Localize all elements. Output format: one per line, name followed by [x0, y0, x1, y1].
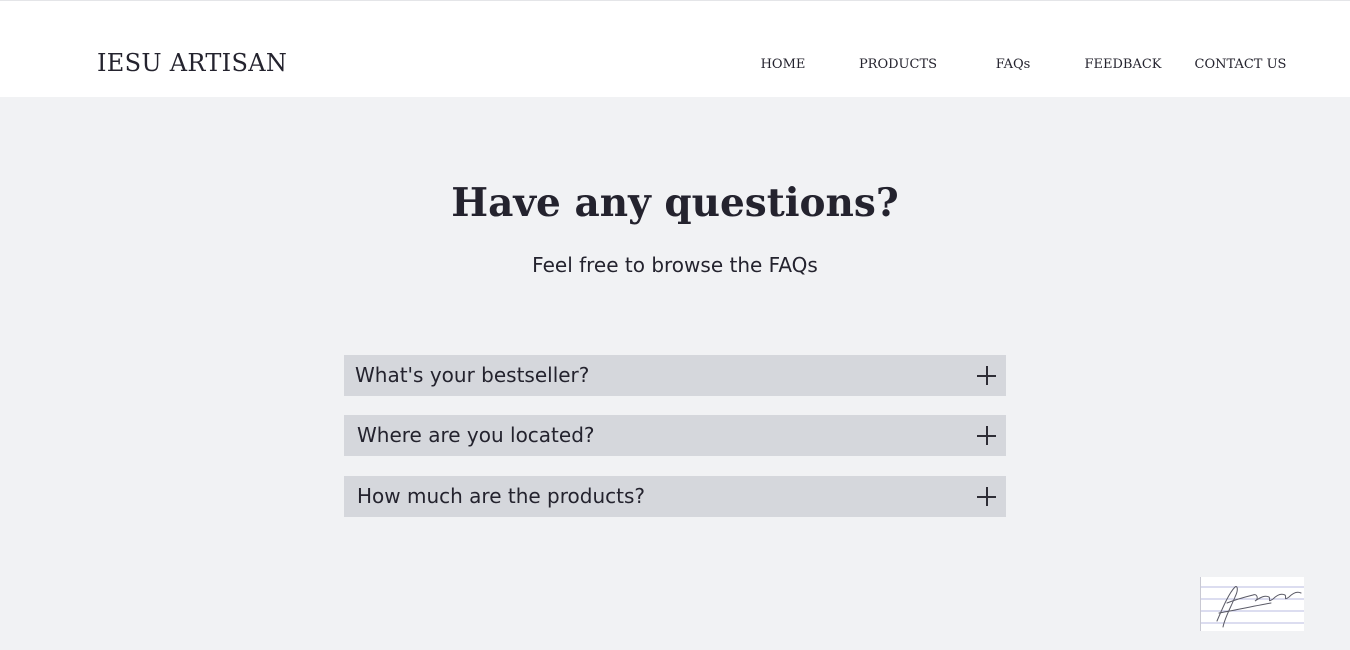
nav-products[interactable]: PRODUCTS — [855, 55, 941, 75]
faq-question: What's your bestseller? — [355, 363, 590, 387]
faq-question: How much are the products? — [357, 484, 646, 508]
signature-icon — [1201, 586, 1304, 628]
site-logo[interactable]: IESU ARTISAN — [97, 45, 287, 81]
faq-question: Where are you located? — [357, 423, 595, 447]
faq-section: Have any questions? Feel free to browse … — [0, 97, 1350, 650]
nav-faqs[interactable]: FAQs — [988, 55, 1038, 75]
plus-icon[interactable] — [977, 487, 996, 506]
faq-item-location[interactable]: Where are you located? — [344, 415, 1006, 456]
plus-icon[interactable] — [977, 366, 996, 385]
page-subtitle: Feel free to browse the FAQs — [532, 253, 818, 277]
page-title: Have any questions? — [451, 180, 899, 226]
faq-item-bestseller[interactable]: What's your bestseller? — [344, 355, 1006, 396]
faq-item-pricing[interactable]: How much are the products? — [344, 476, 1006, 517]
plus-icon[interactable] — [977, 426, 996, 445]
nav-contact-us[interactable]: CONTACT US — [1191, 55, 1290, 75]
nav-home[interactable]: HOME — [751, 55, 815, 75]
signature-badge[interactable] — [1200, 577, 1304, 631]
nav-feedback[interactable]: FEEDBACK — [1082, 55, 1164, 75]
site-header: IESU ARTISAN HOME PRODUCTS FAQs FEEDBACK… — [0, 0, 1350, 97]
